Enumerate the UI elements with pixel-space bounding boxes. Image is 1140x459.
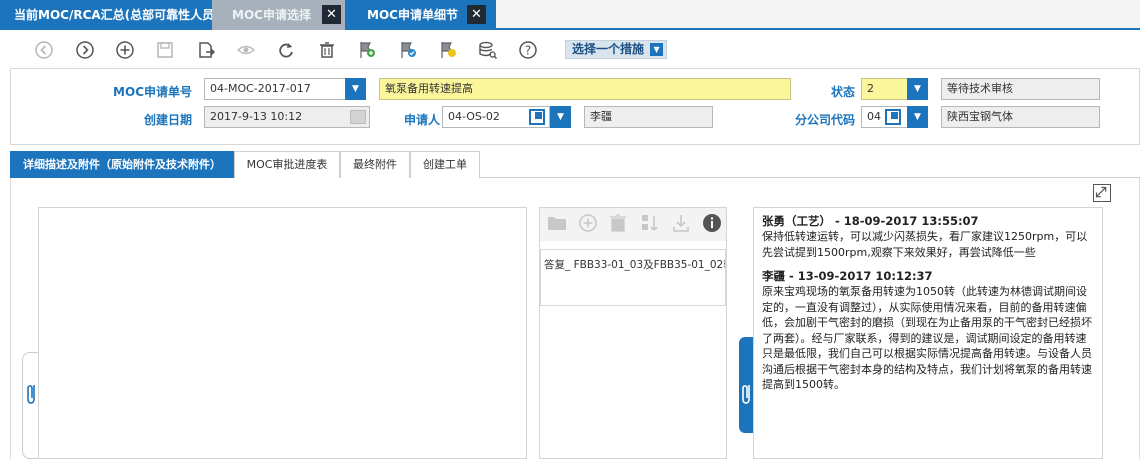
attachment-toolbar [540, 208, 726, 241]
branch-name-field: 陕西宝钢气体 [941, 106, 1100, 128]
paperclip-icon[interactable] [740, 381, 754, 407]
add-attachment-icon[interactable] [578, 213, 598, 233]
refresh-icon[interactable] [275, 39, 297, 61]
tab-label: MOC申请选择 [232, 8, 311, 22]
flag-check-icon[interactable] [397, 39, 419, 61]
open-link-icon[interactable] [529, 109, 545, 125]
created-date-label: 创建日期 [143, 113, 192, 127]
moc-no-label: MOC申请单号 [113, 85, 192, 99]
save-icon[interactable] [154, 39, 176, 61]
tab-create-work-order[interactable]: 创建工单 [410, 151, 480, 178]
export-icon[interactable] [195, 39, 217, 61]
moc-no-field[interactable]: 04-MOC-2017-017 [204, 78, 346, 100]
attachment-item[interactable]: 答复_ FBB33-01_03及FBB35-01_02转速 [541, 250, 725, 273]
database-search-icon[interactable] [477, 39, 499, 61]
created-date-field: 2017-9-13 10:12 [204, 106, 370, 128]
close-icon[interactable]: ✕ [467, 5, 486, 24]
tab-final-attachments[interactable]: 最终附件 [340, 151, 410, 178]
back-icon[interactable] [33, 39, 55, 61]
sort-icon[interactable] [640, 213, 660, 233]
moc-no-dropdown-button[interactable]: ▼ [345, 78, 366, 100]
branch-dropdown-button[interactable]: ▼ [907, 106, 928, 128]
tab-moc-rca-summary[interactable]: 当前MOC/RCA汇总(总部可靠性人员) [0, 0, 220, 30]
status-field[interactable]: 2 [861, 78, 908, 100]
tab-label: MOC申请单细节 [367, 8, 458, 22]
measure-select-label: 选择一个措施 [572, 42, 645, 56]
comment-panel: 张勇（工艺） - 18-09-2017 13:55:07 保持低转速运转，可以减… [753, 207, 1103, 459]
status-label: 状态 [830, 85, 855, 99]
status-dropdown-button[interactable]: ▼ [907, 78, 928, 100]
help-icon[interactable]: ? [517, 39, 539, 61]
applicant-name-field: 李疆 [584, 106, 713, 128]
delete-icon[interactable] [316, 39, 338, 61]
comment-header: 张勇（工艺） - 18-09-2017 13:55:07 [762, 214, 979, 228]
calendar-icon[interactable] [350, 110, 366, 124]
folder-icon[interactable] [547, 214, 567, 232]
applicant-dropdown-button[interactable]: ▼ [550, 106, 571, 128]
add-icon[interactable] [114, 39, 136, 61]
tab-approval-progress[interactable]: MOC审批进度表 [234, 151, 340, 178]
open-link-icon[interactable] [885, 109, 901, 125]
tab-detail-attachments[interactable]: 详细描述及附件（原始附件及技术附件） [10, 151, 234, 178]
forward-icon[interactable] [74, 39, 96, 61]
measure-select[interactable]: 选择一个措施 ▼ [565, 40, 668, 59]
flag-warning-icon[interactable] [437, 39, 459, 61]
svg-text:?: ? [525, 44, 531, 58]
expand-icon[interactable] [1093, 184, 1111, 202]
view-icon[interactable] [235, 39, 257, 61]
comment-body: 保持低转速运转，可以减少闪蒸损失，看厂家建议1250rpm，可以先尝试提到150… [762, 230, 1088, 259]
flag-add-icon[interactable] [356, 39, 378, 61]
info-icon[interactable] [702, 213, 722, 233]
attachment-panel [539, 207, 727, 459]
attachment-list: 答复_ FBB33-01_03及FBB35-01_02转速 [540, 249, 726, 306]
paperclip-icon[interactable] [25, 381, 39, 407]
moc-title-field[interactable]: 氧泵备用转速提高 [379, 78, 791, 100]
branch-code-label: 分公司代码 [794, 113, 855, 127]
download-icon[interactable] [671, 213, 691, 233]
comment-header: 李疆 - 13-09-2017 10:12:37 [762, 269, 933, 283]
description-editor[interactable] [38, 207, 527, 459]
tab-label: 当前MOC/RCA汇总(总部可靠性人员) [14, 8, 220, 22]
comment-body: 原来宝鸡现场的氧泵备用转速为1050转（此转速为林德调试期间设定的，一直没有调整… [762, 285, 1092, 391]
close-icon[interactable]: ✕ [322, 5, 341, 24]
chevron-down-icon: ▼ [650, 43, 664, 56]
delete-attachment-icon[interactable] [609, 213, 627, 233]
status-text-field: 等待技术审核 [941, 78, 1100, 100]
applicant-label: 申请人 [403, 113, 440, 127]
